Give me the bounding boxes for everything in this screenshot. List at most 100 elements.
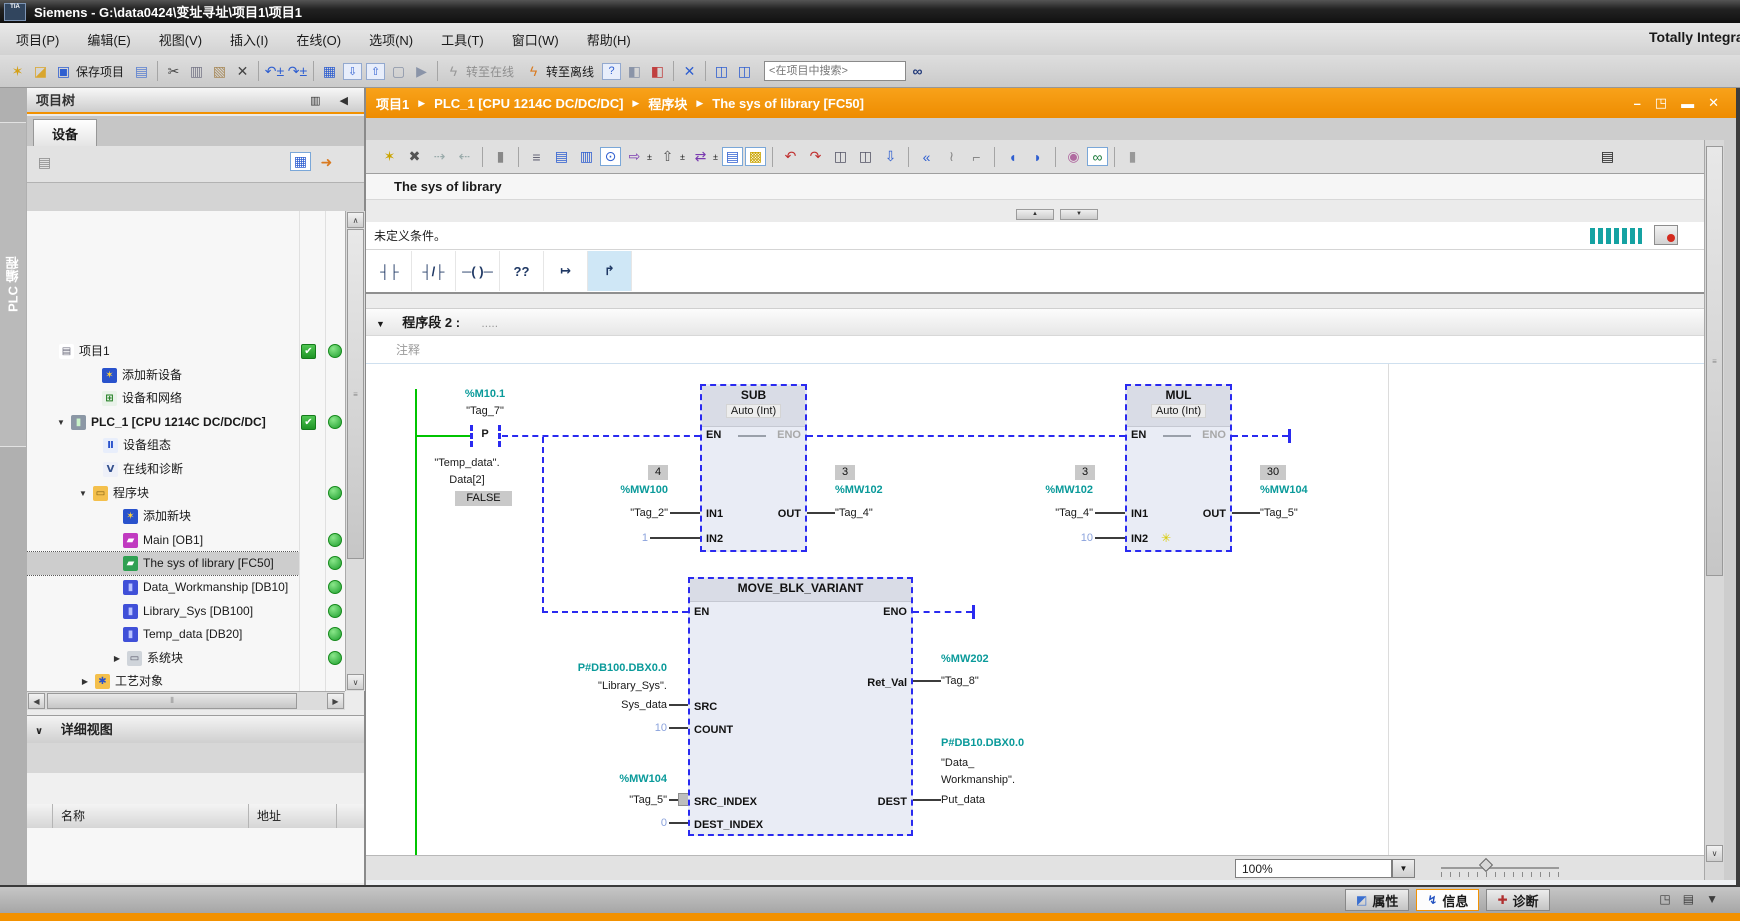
operand-tag[interactable]: "Data_: [941, 756, 1071, 770]
tree-item[interactable]: ▼ ▭ 程序块: [27, 482, 299, 505]
favorites-toggle-icon[interactable]: ▩: [745, 147, 766, 166]
split-editor-vertical-icon[interactable]: ◫: [733, 61, 756, 82]
tab-info[interactable]: ↯ 信息: [1416, 889, 1479, 911]
tree-item[interactable]: ▰ The sys of library [FC50]: [27, 552, 299, 575]
network-collapse-icon[interactable]: ▼: [376, 319, 385, 329]
operand-pointer[interactable]: P#DB10.DBX0.0: [941, 736, 1071, 750]
call-structure-icon[interactable]: «: [915, 146, 938, 167]
dropdown[interactable]: ±: [678, 146, 687, 167]
compile-block-icon[interactable]: ⇩: [879, 146, 902, 167]
favorite-element[interactable]: ┤/├: [412, 251, 456, 291]
absolute-operands-icon[interactable]: ▮: [489, 146, 512, 167]
operand-tag[interactable]: Workmanship".: [941, 773, 1071, 787]
operand-tag[interactable]: "Library_Sys".: [527, 679, 667, 693]
redo-icon[interactable]: ↷±: [286, 61, 309, 82]
tree-item[interactable]: Ⅱ 设备组态: [27, 434, 299, 457]
scroll-down-button[interactable]: ∨: [1706, 845, 1723, 862]
scroll-thumb[interactable]: ⫴: [47, 693, 297, 709]
menu-item[interactable]: 帮助(H): [587, 30, 631, 49]
insert-network-icon[interactable]: ✶: [378, 146, 401, 167]
separator[interactable]: [313, 61, 314, 81]
scroll-left-button[interactable]: ◀: [28, 693, 45, 709]
tree-item[interactable]: ▮ Data_Workmanship [DB10]: [27, 576, 299, 599]
zoom-dropdown-button[interactable]: ▼: [1392, 859, 1415, 878]
plc-programming-vertical-tab[interactable]: PLC 编程: [0, 122, 26, 447]
port-en[interactable]: EN: [1131, 428, 1146, 442]
scroll-down-button[interactable]: ∨: [347, 674, 364, 690]
tree-vertical-scrollbar[interactable]: ∧ ≡ ∨: [345, 211, 365, 691]
scroll-thumb[interactable]: ≡: [1706, 146, 1723, 576]
contact-p-label[interactable]: P: [472, 427, 498, 441]
port-count[interactable]: COUNT: [694, 723, 733, 737]
start-simulation-icon[interactable]: ◧: [623, 61, 646, 82]
operand-tag[interactable]: "Tag_8": [941, 674, 1061, 688]
print-preview-icon[interactable]: ▤: [33, 152, 56, 173]
zoom-slider-thumb[interactable]: [1479, 858, 1493, 872]
separator[interactable]: [437, 61, 438, 81]
discard-changes-icon[interactable]: ↶: [779, 146, 802, 167]
contact-edge-operand[interactable]: "Temp_data".: [423, 456, 511, 470]
port-src-index[interactable]: SRC_INDEX: [694, 795, 757, 809]
favorite-element[interactable]: ─( )─: [456, 251, 500, 291]
undo-icon[interactable]: ↶±: [263, 61, 286, 82]
insert-empty-box-icon[interactable]: ⇧: [656, 146, 679, 167]
editor-vertical-scrollbar[interactable]: ≡ ∨: [1704, 140, 1724, 880]
operand-address[interactable]: %MW104: [1260, 483, 1340, 497]
port-in1[interactable]: IN1: [706, 507, 723, 521]
contact-edge-operand[interactable]: Data[2]: [423, 473, 511, 487]
operand-address[interactable]: %MW100: [588, 483, 668, 497]
separator[interactable]: [994, 147, 995, 167]
tree-horizontal-scrollbar[interactable]: ◀ ⫴ ▶: [27, 691, 345, 710]
operand-address[interactable]: %MW104: [537, 772, 667, 786]
separator[interactable]: [1114, 147, 1115, 167]
menu-item[interactable]: 编辑(E): [87, 30, 130, 49]
collapse-icon[interactable]: ∨: [35, 726, 43, 737]
delete-network-icon[interactable]: ✖: [403, 146, 426, 167]
scroll-up-button[interactable]: ∧: [347, 212, 364, 228]
operand-address[interactable]: %MW102: [835, 483, 915, 497]
new-project-icon[interactable]: ✶: [6, 61, 29, 82]
start-runtime-icon[interactable]: ▶: [410, 61, 433, 82]
separator[interactable]: [482, 147, 483, 167]
detail-view-header[interactable]: ∨ 详细视图: [27, 715, 364, 744]
port-ret-val[interactable]: Ret_Val: [867, 676, 907, 690]
delete-icon[interactable]: ✕: [231, 61, 254, 82]
compile-icon[interactable]: ▦: [318, 61, 341, 82]
collapse-all-icon[interactable]: ➜: [315, 152, 338, 173]
breakpoint-status-icon[interactable]: [1654, 225, 1678, 245]
operand-pointer[interactable]: P#DB100.DBX0.0: [527, 661, 667, 675]
port-in1[interactable]: IN1: [1131, 507, 1148, 521]
port-in2[interactable]: IN2: [1131, 532, 1148, 546]
port-eno[interactable]: ENO: [1202, 428, 1226, 442]
separator[interactable]: [1055, 147, 1056, 167]
scroll-thumb[interactable]: ≡: [347, 229, 364, 559]
insert-operand-icon[interactable]: ⇄: [689, 146, 712, 167]
port-en[interactable]: EN: [706, 428, 721, 442]
redo-changes-icon[interactable]: ↷: [804, 146, 827, 167]
breadcrumb-item[interactable]: 程序块: [648, 94, 687, 113]
maximize-icon[interactable]: ▬: [1681, 96, 1694, 111]
previous-error-icon[interactable]: ◖: [1001, 146, 1024, 167]
menu-item[interactable]: 视图(V): [159, 30, 202, 49]
port-src[interactable]: SRC: [694, 700, 717, 714]
find-in-block-icon[interactable]: ◉: [1062, 146, 1085, 167]
sub-block[interactable]: SUB Auto (Int) EN ENO IN1 IN2 OUT: [700, 384, 807, 552]
menu-item[interactable]: 工具(T): [441, 30, 484, 49]
minimize-icon[interactable]: –: [1634, 96, 1641, 111]
cut-icon[interactable]: ✂: [162, 61, 185, 82]
breadcrumb-item[interactable]: 项目1: [376, 94, 409, 113]
go-online-button[interactable]: 转至在线: [466, 63, 514, 80]
menu-item[interactable]: 选项(N): [369, 30, 413, 49]
assignment-list-icon[interactable]: ≀: [940, 146, 963, 167]
block-library-icon[interactable]: ▮: [1121, 146, 1144, 167]
accessible-devices-icon[interactable]: ?: [602, 63, 621, 80]
task-card-icon[interactable]: ▤: [1596, 146, 1619, 167]
breadcrumb-item[interactable]: The sys of library [FC50]: [712, 96, 864, 111]
operand-tag[interactable]: "Tag_5": [1260, 506, 1340, 520]
go-offline-button[interactable]: 转至离线: [546, 63, 594, 80]
tree-item[interactable]: ▮ Temp_data [DB20]: [27, 623, 299, 646]
expander-icon[interactable]: ▼: [77, 482, 89, 505]
favorite-element[interactable]: ??: [500, 251, 544, 291]
separator[interactable]: [673, 61, 674, 81]
ladder-canvas[interactable]: %M10.1 "Tag_7" P "Temp_data". Data[2] FA…: [366, 364, 1704, 855]
